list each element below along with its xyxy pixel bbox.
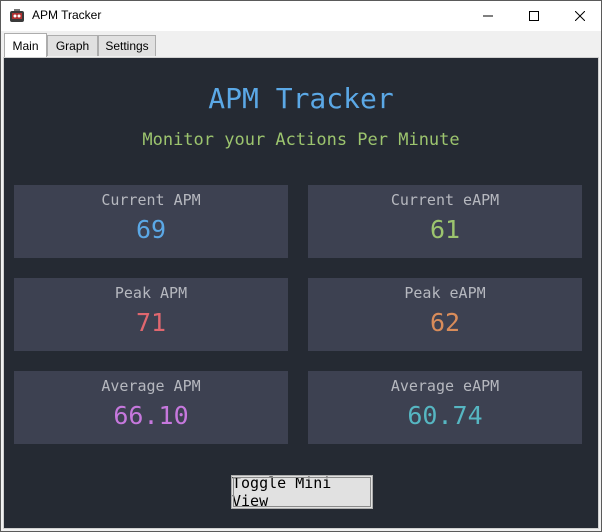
stat-value: 71 [135, 308, 167, 337]
stat-card-average-apm: Average APM 66.10 [14, 371, 288, 444]
page-title: APM Tracker [208, 82, 394, 115]
page-subtitle: Monitor your Actions Per Minute [142, 130, 460, 150]
stat-value: 66.10 [113, 401, 189, 430]
stat-label: Peak APM [114, 284, 188, 302]
maximize-icon [529, 11, 539, 21]
title-bar[interactable]: APM Tracker [1, 1, 601, 31]
tab-bar: Main Graph Settings [1, 32, 601, 57]
close-icon [575, 11, 585, 21]
stat-label: Average eAPM [390, 377, 500, 395]
stat-card-current-apm: Current APM 69 [14, 185, 288, 258]
close-button[interactable] [557, 1, 602, 31]
tab-main[interactable]: Main [4, 33, 47, 57]
stat-value: 69 [135, 215, 167, 244]
toggle-mini-view-button[interactable]: Toggle Mini View [231, 474, 373, 510]
stat-value: 60.74 [407, 401, 483, 430]
tab-graph[interactable]: Graph [47, 35, 98, 56]
minimize-icon [483, 15, 493, 17]
main-panel: APM Tracker Monitor your Actions Per Min… [3, 57, 599, 529]
stat-label: Current eAPM [390, 191, 500, 209]
stat-value: 61 [429, 215, 461, 244]
tab-settings[interactable]: Settings [98, 35, 156, 56]
stat-card-peak-apm: Peak APM 71 [14, 278, 288, 351]
app-icon [9, 8, 25, 24]
stat-card-peak-eapm: Peak eAPM 62 [308, 278, 582, 351]
minimize-button[interactable] [465, 1, 511, 31]
maximize-button[interactable] [511, 1, 557, 31]
stat-label: Current APM [101, 191, 201, 209]
stat-label: Peak eAPM [404, 284, 486, 302]
window-title: APM Tracker [32, 8, 102, 22]
stat-card-current-eapm: Current eAPM 61 [308, 185, 582, 258]
stat-label: Average APM [101, 377, 201, 395]
stat-card-average-eapm: Average eAPM 60.74 [308, 371, 582, 444]
stat-value: 62 [429, 308, 461, 337]
app-window: APM Tracker Main Graph Settings APM Trac… [0, 0, 602, 532]
